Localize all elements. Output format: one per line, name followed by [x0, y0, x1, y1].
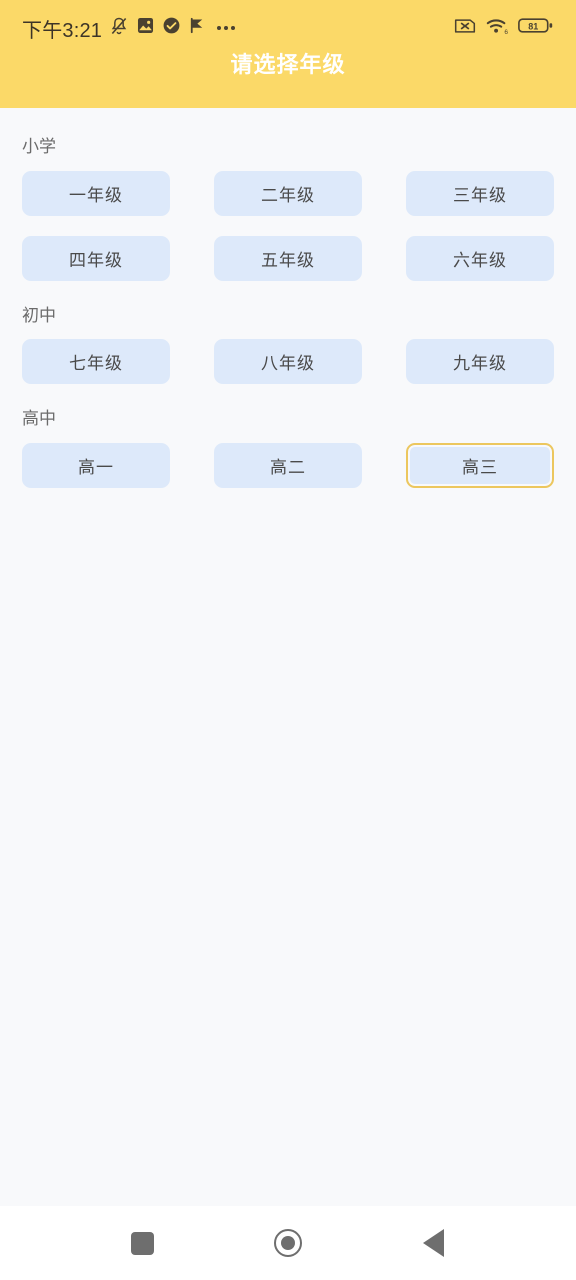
grade-chip-8[interactable]: 八年级 [214, 339, 362, 385]
status-time: 下午3:21 [22, 19, 103, 42]
more-dots-icon [217, 26, 236, 30]
grade-selection-list: 小学 一年级 二年级 三年级 四年级 五年级 六年级 初中 七年级 八年级 九年… [0, 108, 576, 1206]
battery-level-text: 81 [528, 21, 538, 31]
grade-chip-6[interactable]: 六年级 [406, 235, 554, 281]
square-icon [131, 1231, 155, 1255]
home-button[interactable] [258, 1218, 318, 1268]
grade-chip-5[interactable]: 五年级 [214, 235, 362, 281]
back-button[interactable] [403, 1218, 463, 1268]
grade-chip-senior-2[interactable]: 高二 [214, 443, 362, 489]
triangle-left-icon [422, 1229, 444, 1257]
svg-text:6: 6 [504, 29, 508, 35]
image-download-icon [136, 16, 155, 40]
app-header: 下午3:21 6 81 请选择年级 [0, 0, 576, 108]
circle-icon [273, 1229, 302, 1257]
section-primary: 小学 一年级 二年级 三年级 四年级 五年级 六年级 [22, 137, 554, 281]
section-title-senior-high: 高中 [22, 409, 56, 429]
status-bar-left: 下午3:21 [22, 14, 236, 43]
grade-chip-4[interactable]: 四年级 [22, 235, 170, 281]
grade-chip-7[interactable]: 七年级 [22, 339, 170, 385]
section-title-junior-high: 初中 [22, 305, 56, 325]
bell-muted-icon [109, 16, 129, 41]
grade-chip-9[interactable]: 九年级 [406, 339, 554, 385]
grade-chip-3[interactable]: 三年级 [406, 170, 554, 216]
grade-grid-primary: 一年级 二年级 三年级 四年级 五年级 六年级 [22, 170, 554, 281]
grade-grid-senior-high: 高一 高二 高三 [22, 443, 554, 489]
android-navigation-bar [0, 1206, 576, 1280]
grade-chip-senior-1[interactable]: 高一 [22, 443, 170, 489]
grade-chip-1[interactable]: 一年级 [22, 170, 170, 216]
flag-play-icon [188, 16, 206, 40]
page-title: 请选择年级 [230, 52, 346, 77]
battery-icon: 81 [518, 16, 554, 40]
grade-chip-senior-3[interactable]: 高三 [406, 443, 554, 489]
wifi-6-icon: 6 [485, 16, 509, 40]
recents-button[interactable] [113, 1218, 173, 1268]
phone-screen: 下午3:21 6 81 请选择年级 小学 一年级 二年级 三年级 四年级 五年级… [0, 0, 576, 1280]
grade-grid-junior-high: 七年级 八年级 九年级 [22, 339, 554, 385]
sim-card-off-icon [454, 17, 476, 40]
section-senior-high: 高中 高一 高二 高三 [22, 409, 554, 489]
status-bar-right: 6 81 [454, 16, 554, 40]
section-title-primary: 小学 [22, 137, 56, 156]
check-circle-icon [162, 16, 181, 40]
grade-chip-2[interactable]: 二年级 [214, 170, 362, 216]
section-junior-high: 初中 七年级 八年级 九年级 [22, 305, 554, 385]
status-bar: 下午3:21 6 81 [0, 0, 576, 56]
